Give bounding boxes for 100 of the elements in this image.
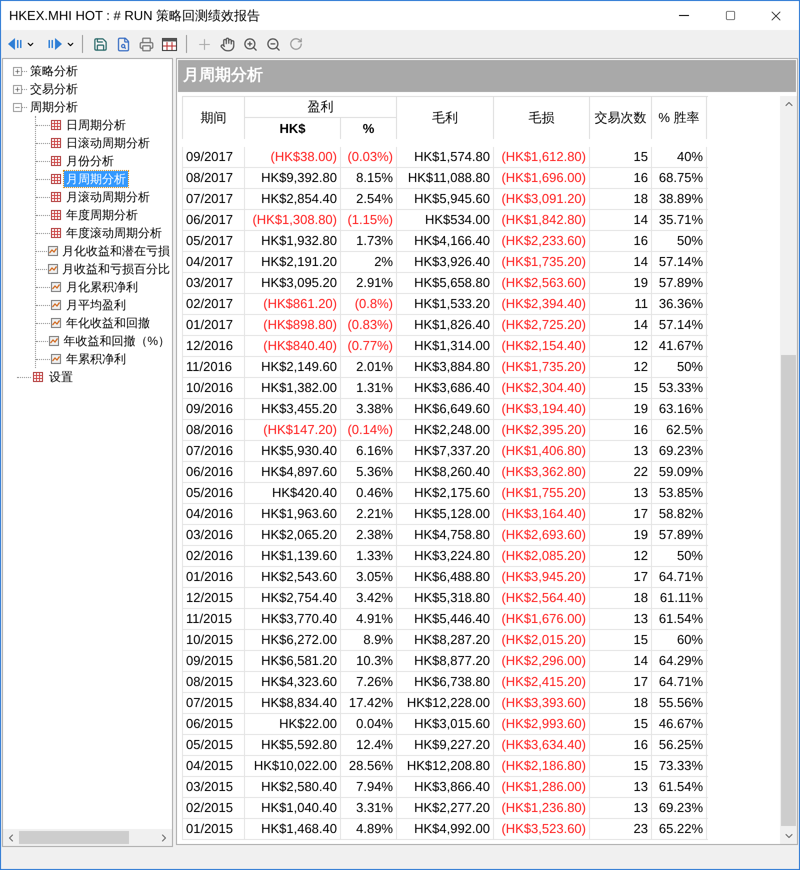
tree-item[interactable]: 月收益和亏损百分比 xyxy=(60,261,172,277)
save-icon[interactable] xyxy=(92,36,108,52)
table-cell: 03/2016 xyxy=(182,525,245,545)
table-cell: 11 xyxy=(590,294,652,314)
hand-icon[interactable] xyxy=(220,36,234,52)
table-cell: HK$4,323.60 xyxy=(245,672,341,692)
table-cell: HK$1,574.80 xyxy=(397,147,494,167)
table-cell: 18 xyxy=(590,693,652,713)
table-cell: HK$5,658.80 xyxy=(397,273,494,293)
table-cell: (HK$840.40) xyxy=(245,336,341,356)
table-cell: HK$6,649.60 xyxy=(397,399,494,419)
vertical-scrollbar[interactable] xyxy=(780,96,797,844)
expander-icon[interactable] xyxy=(13,102,22,112)
table-cell: HK$3,455.20 xyxy=(245,399,341,419)
table-cell: (HK$1,696.00) xyxy=(494,168,590,188)
table-cell: (HK$2,154.40) xyxy=(494,336,590,356)
zoom-out-icon[interactable] xyxy=(266,36,280,52)
table-cell: HK$6,738.80 xyxy=(397,672,494,692)
preview-icon[interactable] xyxy=(116,36,130,52)
table-cell: 23 xyxy=(590,819,652,839)
table-cell: (HK$1,842.80) xyxy=(494,210,590,230)
table-cell: HK$22.00 xyxy=(245,714,341,734)
tree-item[interactable]: 年累积净利 xyxy=(64,351,128,367)
table-cell: (0.03%) xyxy=(341,147,397,167)
table-cell: (HK$3,523.60) xyxy=(494,819,590,839)
table-cell: 09/2017 xyxy=(182,147,245,167)
table-cell: (HK$1,406.80) xyxy=(494,441,590,461)
horizontal-scrollbar[interactable] xyxy=(3,829,172,846)
tree-item[interactable]: 设置 xyxy=(47,369,75,385)
table-cell: HK$5,930.40 xyxy=(245,441,341,461)
column-header[interactable]: HK$ xyxy=(245,118,341,139)
table-cell: 2.01% xyxy=(341,357,397,377)
rotate-icon[interactable] xyxy=(289,37,303,51)
table-cell: 04/2016 xyxy=(182,504,245,524)
table-cell: 57.89% xyxy=(652,525,707,545)
tree-item[interactable]: 年度滚动周期分析 xyxy=(64,225,164,241)
chart-icon xyxy=(51,318,61,328)
table-cell: 64.29% xyxy=(652,651,707,671)
forward-icon[interactable] xyxy=(47,37,63,51)
table-cell: HK$1,468.40 xyxy=(245,819,341,839)
table-cell: 3.38% xyxy=(341,399,397,419)
table-cell: HK$12,208.80 xyxy=(397,756,494,776)
expander-icon[interactable] xyxy=(13,84,22,94)
column-header[interactable]: % xyxy=(341,118,397,139)
table-cell: 1.73% xyxy=(341,231,397,251)
table-cell: 6.16% xyxy=(341,441,397,461)
grid-icon xyxy=(51,192,61,202)
table-cell: HK$3,884.80 xyxy=(397,357,494,377)
table-cell: 28.56% xyxy=(341,756,397,776)
table-cell: 3.31% xyxy=(341,798,397,818)
tree-item[interactable]: 月滚动周期分析 xyxy=(64,189,152,205)
table-icon[interactable] xyxy=(162,38,176,50)
tree-item[interactable]: 策略分析 xyxy=(28,63,80,79)
table-cell: 15 xyxy=(590,378,652,398)
column-header[interactable]: % 胜率 xyxy=(652,97,707,139)
table-cell: (HK$2,415.20) xyxy=(494,672,590,692)
table-cell: HK$1,533.20 xyxy=(397,294,494,314)
tree-item[interactable]: 日周期分析 xyxy=(64,117,128,133)
table-cell: (HK$2,394.40) xyxy=(494,294,590,314)
table-cell: 36.36% xyxy=(652,294,707,314)
tree-item[interactable]: 年度周期分析 xyxy=(64,207,140,223)
tree-item[interactable]: 月化累积净利 xyxy=(64,279,140,295)
grid-icon xyxy=(51,138,61,148)
tree-item[interactable]: 月份分析 xyxy=(64,153,116,169)
tree-item[interactable]: 周期分析 xyxy=(28,99,80,115)
zoom-in-icon[interactable] xyxy=(242,36,258,52)
expander-icon[interactable] xyxy=(13,66,22,76)
minimize-icon xyxy=(679,15,689,16)
column-header[interactable]: 期间 xyxy=(182,97,245,139)
tree-item[interactable]: 月平均盈利 xyxy=(64,297,128,313)
table-cell: HK$8,834.40 xyxy=(245,693,341,713)
table-cell: 14 xyxy=(590,252,652,272)
table-cell: 7.94% xyxy=(341,777,397,797)
back-icon[interactable] xyxy=(7,37,23,51)
column-header[interactable]: 毛利 xyxy=(397,97,494,139)
tree-item[interactable]: 月化收益和潜在亏損 xyxy=(60,243,172,259)
tree-item[interactable]: 年收益和回撤（%） xyxy=(61,333,172,349)
table-cell: 19 xyxy=(590,273,652,293)
tree-item[interactable]: 日滚动周期分析 xyxy=(64,135,152,151)
table-cell: HK$3,015.60 xyxy=(397,714,494,734)
table-cell: 08/2015 xyxy=(182,672,245,692)
table-cell: 12 xyxy=(590,546,652,566)
table-cell: 15 xyxy=(590,756,652,776)
table-cell: 2.38% xyxy=(341,525,397,545)
table-cell: 07/2015 xyxy=(182,693,245,713)
table-cell: 73.33% xyxy=(652,756,707,776)
tree-item[interactable]: 交易分析 xyxy=(28,81,80,97)
table-cell: HK$8,287.20 xyxy=(397,630,494,650)
grid-icon xyxy=(51,228,61,238)
table-cell: 8.15% xyxy=(341,168,397,188)
table-cell: 17 xyxy=(590,504,652,524)
column-header[interactable]: 毛损 xyxy=(494,97,590,139)
table-cell: 04/2015 xyxy=(182,756,245,776)
print-icon[interactable] xyxy=(138,36,154,52)
column-header[interactable]: 交易次数 xyxy=(590,97,652,139)
table-cell: HK$2,277.20 xyxy=(397,798,494,818)
tree-item[interactable]: 年化收益和回撤 xyxy=(64,315,152,331)
table-cell: 4.91% xyxy=(341,609,397,629)
table-cell: 57.89% xyxy=(652,273,707,293)
table-cell: HK$1,314.00 xyxy=(397,336,494,356)
